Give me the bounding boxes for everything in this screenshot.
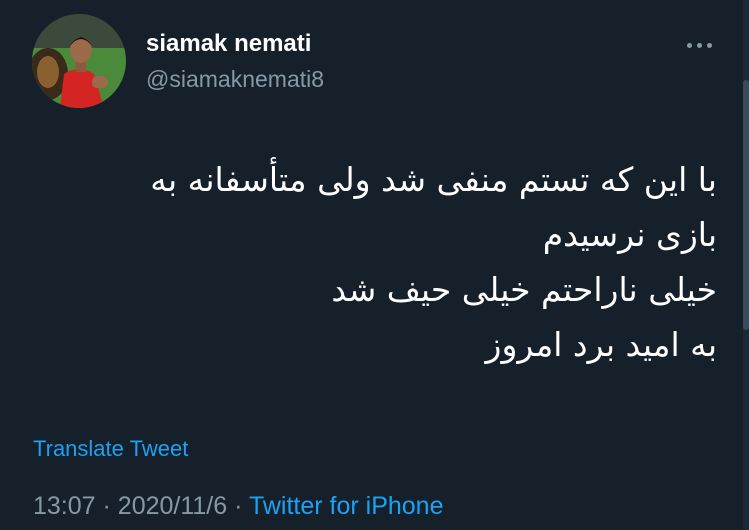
tweet-text-line: به امید برد امروز [485,325,717,364]
translate-tweet-link[interactable]: Translate Tweet [33,436,188,462]
tweet-text-line: خیلی ناراحتم خیلی حیف شد [331,270,717,309]
tweet-text: با این که تستم منفی شد ولی متأسفانه به ب… [37,152,717,372]
meta-separator: · [102,492,111,520]
user-handle[interactable]: @siamaknemati8 [146,66,324,93]
dot-icon [686,42,692,48]
tweet-time[interactable]: 13:07 [33,492,96,520]
scrollbar[interactable] [743,0,749,530]
dot-icon [696,42,702,48]
tweet-source-link[interactable]: Twitter for iPhone [249,492,444,520]
dot-icon [706,42,712,48]
meta-separator: · [234,492,243,520]
avatar-photo [32,14,126,108]
tweet-date[interactable]: 2020/11/6 [118,492,227,520]
scrollbar-thumb[interactable] [743,80,749,330]
avatar[interactable] [32,14,126,108]
tweet-text-line: بازی نرسیدم [542,215,717,254]
tweet-metadata: 13:07 · 2020/11/6 · Twitter for iPhone [33,492,443,521]
more-horizontal-icon[interactable] [678,30,720,60]
tweet-card: siamak nemati @siamaknemati8 با این که ت… [0,0,749,530]
display-name[interactable]: siamak nemati [146,30,311,58]
tweet-text-line: با این که تستم منفی شد ولی متأسفانه به [150,160,717,199]
